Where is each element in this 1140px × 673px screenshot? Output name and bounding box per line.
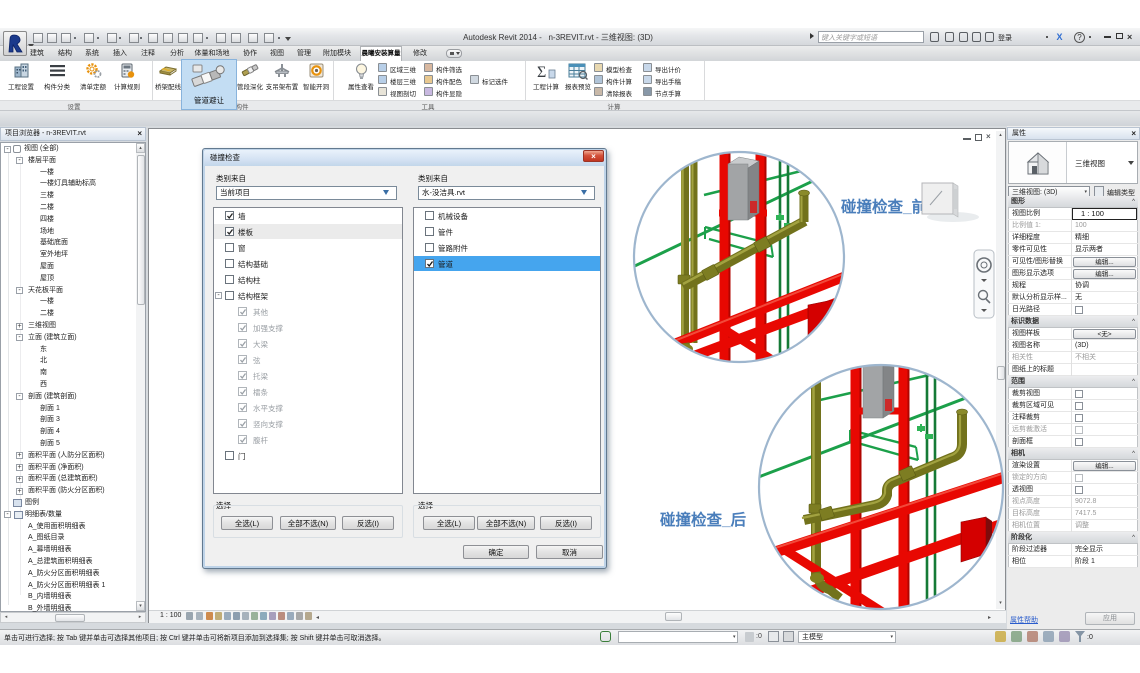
svg-text:碰撞检查_前: 碰撞检查_前: [841, 197, 927, 216]
svg-text:Σ: Σ: [537, 64, 546, 81]
svg-text:碰撞检查_后: 碰撞检查_后: [660, 510, 747, 529]
